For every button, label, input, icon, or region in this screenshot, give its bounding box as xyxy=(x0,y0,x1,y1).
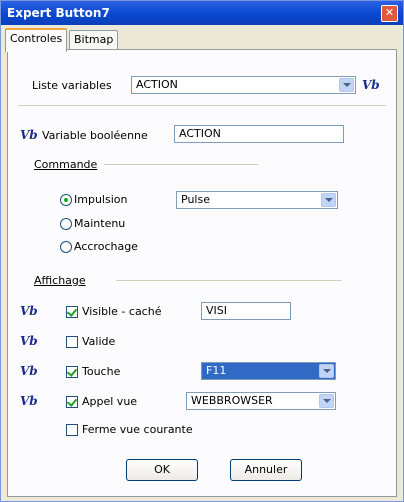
ferme-vue-checkbox[interactable] xyxy=(66,424,78,436)
vb-icon[interactable]: Vb xyxy=(20,364,38,378)
ok-button[interactable]: OK xyxy=(126,459,198,481)
touche-label: Touche xyxy=(82,365,121,378)
touche-select[interactable]: F11 xyxy=(201,362,336,380)
divider xyxy=(116,280,342,282)
chevron-down-icon[interactable] xyxy=(319,394,334,408)
visible-cache-field[interactable]: VISI xyxy=(201,302,291,320)
vb-icon[interactable]: Vb xyxy=(20,334,38,348)
impulsion-label: Impulsion xyxy=(74,193,128,206)
liste-variables-value: ACTION xyxy=(136,78,178,91)
commande-heading: Commande xyxy=(34,158,98,171)
visible-cache-checkbox[interactable] xyxy=(66,306,78,318)
tab-controles[interactable]: Controles xyxy=(5,28,68,52)
vb-icon[interactable]: Vb xyxy=(362,78,380,92)
tab-bitmap[interactable]: Bitmap xyxy=(69,30,119,49)
divider xyxy=(104,164,258,166)
ferme-vue-label: Ferme vue courante xyxy=(82,423,193,436)
impulsion-select[interactable]: Pulse xyxy=(176,191,338,209)
accrochage-label: Accrochage xyxy=(74,240,138,253)
chevron-down-icon[interactable] xyxy=(319,364,334,378)
visible-cache-label: Visible - caché xyxy=(82,305,162,318)
vb-icon[interactable]: Vb xyxy=(20,304,38,318)
chevron-down-icon[interactable] xyxy=(339,78,354,92)
valide-label: Valide xyxy=(82,335,116,348)
tab-panel-controles: Liste variables ACTION Vb Vb Variable bo… xyxy=(7,49,397,497)
appel-vue-select[interactable]: WEBBROWSER xyxy=(186,392,336,410)
appel-vue-select-value: WEBBROWSER xyxy=(191,394,273,407)
close-icon[interactable]: ✕ xyxy=(381,5,398,22)
maintenu-label: Maintenu xyxy=(74,217,126,230)
liste-variables-select[interactable]: ACTION xyxy=(131,76,356,94)
variable-booleenne-field[interactable]: ACTION xyxy=(174,125,344,143)
radio-impulsion[interactable] xyxy=(60,194,72,206)
valide-checkbox[interactable] xyxy=(66,336,78,348)
radio-maintenu[interactable] xyxy=(60,218,72,230)
appel-vue-checkbox[interactable] xyxy=(66,396,78,408)
dialog-window: Expert Button7 ✕ Controles Bitmap Liste … xyxy=(0,0,404,502)
chevron-down-icon[interactable] xyxy=(321,193,336,207)
impulsion-select-value: Pulse xyxy=(181,193,210,206)
appel-vue-label: Appel vue xyxy=(82,395,138,408)
vb-icon[interactable]: Vb xyxy=(20,128,38,142)
radio-accrochage[interactable] xyxy=(60,241,72,253)
touche-checkbox[interactable] xyxy=(66,366,78,378)
title-bar[interactable]: Expert Button7 ✕ xyxy=(1,1,403,25)
affichage-heading: Affichage xyxy=(34,274,86,287)
annuler-button[interactable]: Annuler xyxy=(230,459,302,481)
window-title: Expert Button7 xyxy=(7,6,110,20)
touche-select-value: F11 xyxy=(206,364,227,377)
variable-booleenne-label: Variable booléenne xyxy=(42,129,148,142)
vb-icon[interactable]: Vb xyxy=(20,394,38,408)
liste-variables-label: Liste variables xyxy=(32,79,112,92)
divider xyxy=(18,105,386,107)
